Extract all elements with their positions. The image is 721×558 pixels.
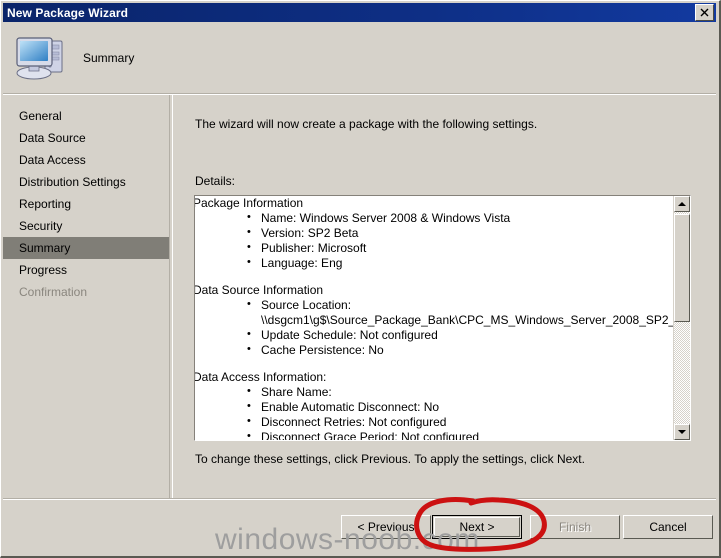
wizard-window: New Package Wizard Summary General Data … <box>0 0 721 558</box>
header-title: Summary <box>83 50 135 65</box>
sidebar-item-label: General <box>19 109 62 123</box>
details-list-item: Source Location: \\dsgcm1\g$\Source_Pack… <box>247 297 673 328</box>
sidebar-item-progress[interactable]: Progress <box>3 259 169 281</box>
finish-button: Finish <box>530 515 620 539</box>
sidebar-item-label: Summary <box>19 241 71 255</box>
title-bar: New Package Wizard <box>3 3 716 22</box>
sidebar-item-label: Data Source <box>19 131 86 145</box>
sidebar-item-label: Progress <box>19 263 68 277</box>
next-button-label: Next > <box>459 520 495 534</box>
details-list-item: Cache Persistence: No <box>247 342 673 358</box>
content-pane: The wizard will now create a package wit… <box>173 95 716 555</box>
sidebar-item-label: Distribution Settings <box>19 175 126 189</box>
details-scrollbar[interactable] <box>673 196 690 440</box>
sidebar-item-general[interactable]: General <box>3 105 169 127</box>
details-section-list: Share Name:Enable Automatic Disconnect: … <box>195 384 673 440</box>
sidebar-item-confirmation: Confirmation <box>3 281 169 303</box>
sidebar-item-summary[interactable]: Summary <box>3 237 169 259</box>
details-section-list: Source Location: \\dsgcm1\g$\Source_Pack… <box>195 297 673 358</box>
details-list-item: Name: Windows Server 2008 & Windows Vist… <box>247 210 673 226</box>
details-section-title: Data Source Information <box>195 283 324 297</box>
triangle-up-icon <box>678 202 686 206</box>
footer-bar: < Previous Next > Finish Cancel <box>3 500 716 555</box>
computer-icon-glyph <box>16 36 63 79</box>
sidebar-item-distribution-settings[interactable]: Distribution Settings <box>3 171 169 193</box>
details-textbox[interactable]: Package InformationName: Windows Server … <box>194 195 691 441</box>
computer-icon <box>3 33 79 83</box>
next-button[interactable]: Next > <box>432 515 522 539</box>
details-list-item: Enable Automatic Disconnect: No <box>247 399 673 415</box>
scroll-down-button[interactable] <box>674 424 690 440</box>
triangle-down-icon <box>678 430 686 434</box>
scroll-up-button[interactable] <box>674 196 690 212</box>
details-list-item: Disconnect Retries: Not configured <box>247 414 673 430</box>
sidebar-item-label: Confirmation <box>19 285 88 299</box>
apply-note: To change these settings, click Previous… <box>195 452 585 466</box>
sidebar-item-label: Security <box>19 219 63 233</box>
details-text-content: Package InformationName: Windows Server … <box>195 196 673 440</box>
close-icon[interactable] <box>695 4 714 21</box>
details-section-gap <box>195 358 673 370</box>
sidebar-item-reporting[interactable]: Reporting <box>3 193 169 215</box>
details-list-item: Publisher: Microsoft <box>247 240 673 256</box>
previous-button[interactable]: < Previous <box>341 515 431 539</box>
details-list-item: Version: SP2 Beta <box>247 225 673 241</box>
sidebar-item-label: Reporting <box>19 197 72 211</box>
details-label: Details: <box>195 174 236 188</box>
details-section-title: Data Access Information: <box>195 370 327 384</box>
intro-text: The wizard will now create a package wit… <box>195 117 538 131</box>
close-glyph <box>700 8 709 17</box>
window-title: New Package Wizard <box>7 5 129 20</box>
wizard-header: Summary <box>3 22 716 93</box>
details-list-item: Disconnect Grace Period: Not configured <box>247 429 673 440</box>
screenshot-root: New Package Wizard Summary General Data … <box>0 0 721 558</box>
sidebar-item-data-source[interactable]: Data Source <box>3 127 169 149</box>
details-list-item: Update Schedule: Not configured <box>247 327 673 343</box>
details-list-item: Language: Eng <box>247 255 673 271</box>
details-section-title: Package Information <box>195 196 304 210</box>
wizard-step-list: General Data Source Data Access Distributio… <box>3 95 169 555</box>
details-section-list: Name: Windows Server 2008 & Windows Vist… <box>195 210 673 271</box>
details-list-item: Share Name: <box>247 384 673 400</box>
sidebar-item-data-access[interactable]: Data Access <box>3 149 169 171</box>
details-section-gap <box>195 271 673 283</box>
sidebar-item-security[interactable]: Security <box>3 215 169 237</box>
sidebar-divider <box>169 95 170 555</box>
scrollbar-thumb[interactable] <box>674 214 690 322</box>
sidebar-item-label: Data Access <box>19 153 86 167</box>
cancel-button[interactable]: Cancel <box>623 515 713 539</box>
